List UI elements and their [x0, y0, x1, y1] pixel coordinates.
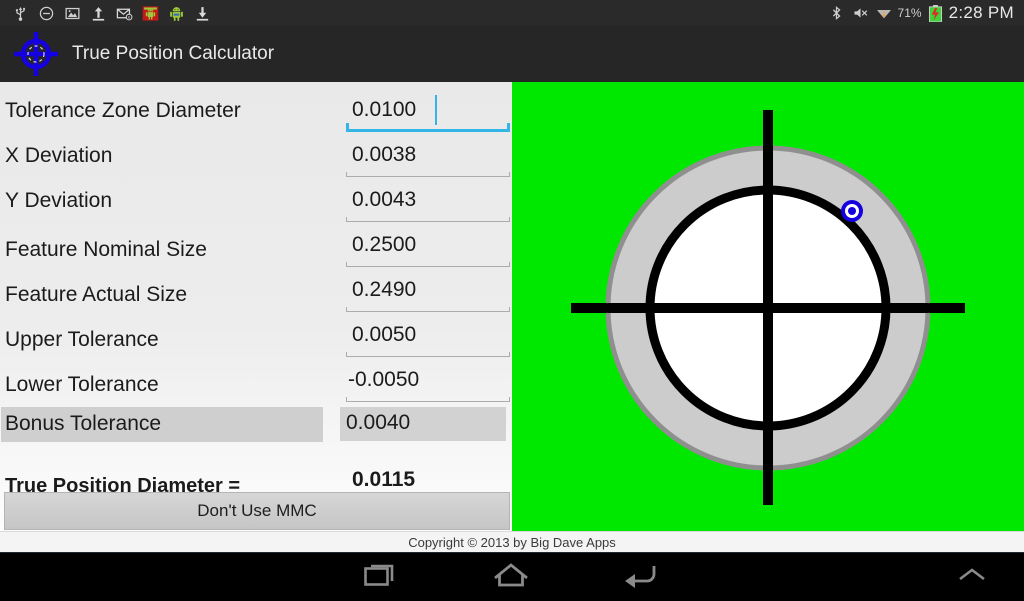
- home-button[interactable]: [446, 553, 576, 601]
- value-true-position-diameter: 0.0115: [352, 468, 416, 491]
- battery-charging-icon: [928, 4, 943, 22]
- home-icon: [492, 560, 530, 595]
- status-bar-notifications[interactable]: e: [0, 5, 211, 22]
- bluetooth-icon: [829, 5, 846, 22]
- back-icon: [623, 560, 659, 595]
- value-bonus-tolerance: 0.0040: [346, 411, 411, 434]
- value-tolerance-zone-diameter: 0.0100: [352, 98, 417, 121]
- label-y-deviation: Y Deviation: [5, 189, 113, 212]
- calculator-form: Tolerance Zone Diameter 0.0100 X Deviati…: [0, 82, 512, 531]
- android-green-icon: [168, 5, 185, 22]
- value-upper-tolerance: 0.0050: [352, 323, 417, 346]
- input-underline: [346, 172, 510, 177]
- form-row-feature-actual-size: Feature Actual Size 0.2490: [0, 274, 512, 319]
- android-red-icon: [142, 5, 159, 22]
- crosshair-target-icon[interactable]: [10, 28, 62, 80]
- actual-position-marker: [841, 200, 863, 222]
- wifi-icon: [875, 5, 892, 22]
- page-title: True Position Calculator: [72, 43, 275, 64]
- input-underline: [346, 307, 510, 312]
- clock-label: 2:28 PM: [948, 3, 1014, 22]
- battery-percent-label: 71%: [897, 6, 922, 20]
- input-underline: [346, 397, 510, 402]
- recents-button[interactable]: [316, 553, 446, 601]
- input-underline: [346, 352, 510, 357]
- value-field-bonus-tolerance: 0.0040: [340, 407, 506, 441]
- status-bar: e 71% 2:28 PM: [0, 0, 1024, 27]
- input-upper-tolerance[interactable]: 0.0050: [346, 319, 510, 357]
- label-feature-nominal-size: Feature Nominal Size: [5, 238, 207, 261]
- back-button[interactable]: [576, 553, 706, 601]
- mmc-toggle-label: Don't Use MMC: [197, 501, 317, 520]
- usb-icon: [12, 5, 29, 22]
- value-feature-nominal-size: 0.2500: [352, 233, 417, 256]
- content-area: Tolerance Zone Diameter 0.0100 X Deviati…: [0, 82, 1024, 531]
- copyright-label: Copyright © 2013 by Big Dave Apps: [408, 535, 616, 550]
- value-lower-tolerance: -0.0050: [348, 368, 420, 391]
- chevron-up-icon: [957, 566, 987, 589]
- input-feature-nominal-size[interactable]: 0.2500: [346, 229, 510, 267]
- label-lower-tolerance: Lower Tolerance: [5, 373, 159, 396]
- action-bar: True Position Calculator: [0, 26, 1024, 83]
- status-bar-system[interactable]: 71% 2:28 PM: [829, 3, 1024, 23]
- label-upper-tolerance: Upper Tolerance: [5, 328, 159, 351]
- mmc-toggle-button[interactable]: Don't Use MMC: [4, 492, 510, 530]
- form-row-lower-tolerance: Lower Tolerance -0.0050: [0, 364, 512, 409]
- label-bonus-tolerance: Bonus Tolerance: [1, 407, 323, 442]
- input-underline: [346, 123, 510, 132]
- input-x-deviation[interactable]: 0.0038: [346, 139, 510, 177]
- upload-icon: [90, 5, 107, 22]
- input-lower-tolerance[interactable]: -0.0050: [346, 364, 510, 402]
- form-row-upper-tolerance: Upper Tolerance 0.0050: [0, 319, 512, 364]
- label-feature-actual-size: Feature Actual Size: [5, 283, 188, 306]
- form-row-bonus-tolerance: Bonus Tolerance 0.0040: [0, 405, 512, 450]
- volume-mute-icon: [852, 5, 869, 22]
- android-screen: e 71% 2:28 PM True Position Calculator T…: [0, 0, 1024, 601]
- diagram-canvas: [512, 82, 1024, 531]
- do-not-disturb-icon: [38, 5, 55, 22]
- value-y-deviation: 0.0043: [352, 188, 417, 211]
- form-row-x-deviation: X Deviation 0.0038: [0, 139, 512, 184]
- input-underline: [346, 262, 510, 267]
- form-row-tolerance-zone-diameter: Tolerance Zone Diameter 0.0100: [0, 94, 512, 139]
- download-icon: [194, 5, 211, 22]
- input-y-deviation[interactable]: 0.0043: [346, 184, 510, 222]
- form-row-feature-nominal-size: Feature Nominal Size 0.2500: [0, 229, 512, 274]
- expand-notifications-button[interactable]: [932, 553, 1012, 601]
- mail-icon: e: [116, 5, 133, 22]
- input-tolerance-zone-diameter[interactable]: 0.0100: [346, 94, 510, 132]
- true-position-diagram[interactable]: [512, 82, 1024, 531]
- value-feature-actual-size: 0.2490: [352, 278, 417, 301]
- input-underline: [346, 217, 510, 222]
- label-x-deviation: X Deviation: [5, 144, 113, 167]
- input-feature-actual-size[interactable]: 0.2490: [346, 274, 510, 312]
- label-tolerance-zone-diameter: Tolerance Zone Diameter: [5, 99, 241, 122]
- footer-bar: Copyright © 2013 by Big Dave Apps: [0, 531, 1024, 553]
- image-icon: [64, 5, 81, 22]
- value-x-deviation: 0.0038: [352, 143, 417, 166]
- recents-icon: [364, 560, 398, 595]
- android-navigation-bar: [0, 552, 1024, 601]
- form-row-y-deviation: Y Deviation 0.0043: [0, 184, 512, 229]
- text-caret: [435, 95, 437, 125]
